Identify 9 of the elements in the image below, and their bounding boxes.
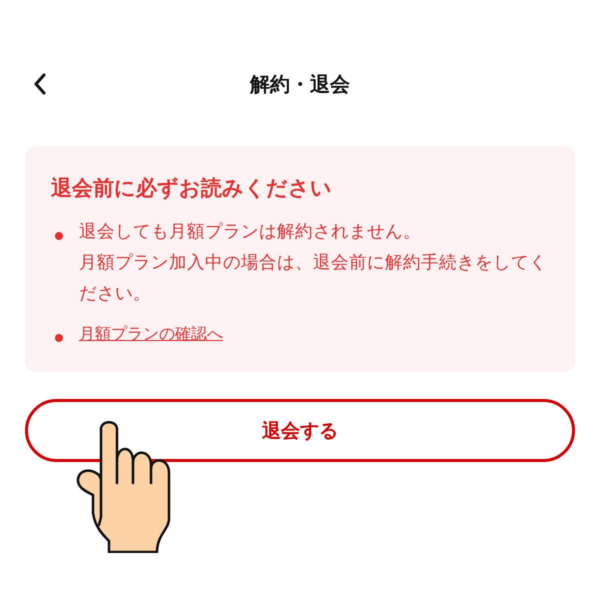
notice-text: 退会しても月額プランは解約されません。 (79, 221, 422, 244)
bullet-icon (55, 232, 63, 240)
notice-title: 退会前に必ずお読みください (51, 175, 333, 202)
notice-text: 月額プラン加入中の場合は、退会前に解約手続きをしてください。 (79, 252, 548, 306)
page-title: 解約・退会 (250, 70, 350, 98)
bullet-icon (55, 334, 63, 342)
plan-link[interactable]: 月額プランの確認へ (79, 320, 223, 348)
chevron-left-icon (33, 73, 47, 95)
withdraw-button[interactable]: 退会する (25, 399, 575, 462)
